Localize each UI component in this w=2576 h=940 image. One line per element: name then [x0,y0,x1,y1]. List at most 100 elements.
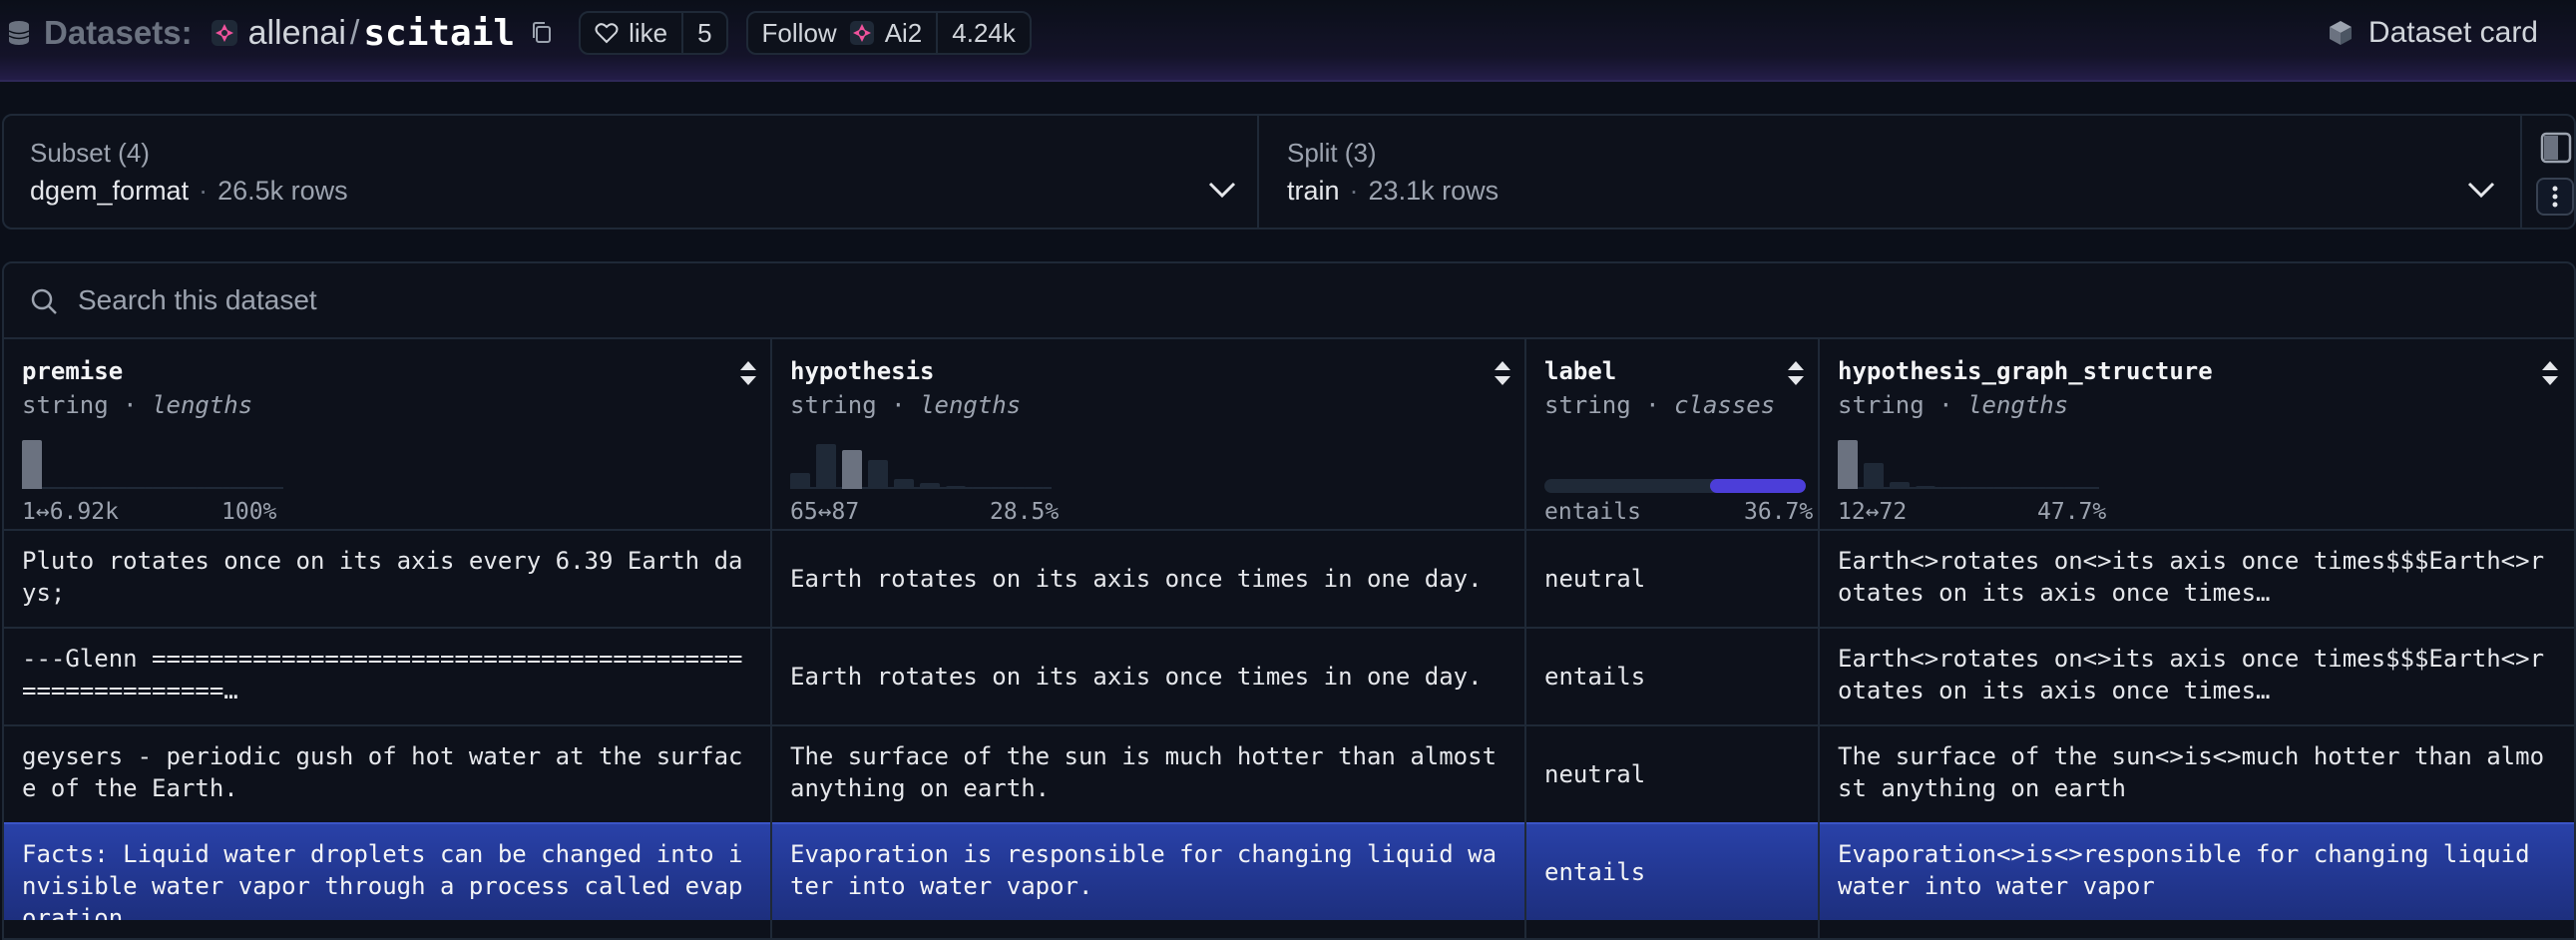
chevron-down-icon[interactable] [2466,180,2496,200]
cell-hypothesis[interactable]: Earth rotates on its axis once times in … [772,629,1526,724]
column-header-hypothesis[interactable]: hypothesis string · lengths 65↔87 28.5% [772,339,1526,529]
search-input[interactable] [78,277,1275,323]
cell-text: neutral [1544,760,1646,788]
cell-graph[interactable]: Evaporation<>is<>responsible for changin… [1820,824,2574,920]
more-options-button[interactable] [2536,178,2574,216]
heart-icon [595,23,619,44]
histogram-bar[interactable] [1941,487,1961,489]
dataset-card-tab[interactable]: Dataset card [2329,0,2538,66]
histogram-bar[interactable] [22,440,42,489]
cell-text: Evaporation is responsible for changing … [790,840,1498,900]
column-stat-kind: lengths [152,391,253,419]
table-row[interactable]: ---Glenn ===============================… [4,627,2574,724]
histogram-bar[interactable] [204,487,223,489]
histogram-bar[interactable] [1024,487,1044,489]
sort-icon[interactable] [2540,359,2560,387]
column-header-hypothesis-graph-structure[interactable]: hypothesis_graph_structure string · lengt… [1820,339,2574,529]
histogram-bar[interactable] [868,460,888,489]
class-distribution-bar[interactable] [1544,479,1806,493]
column-name: hypothesis [790,357,935,385]
cell-premise[interactable]: Pluto rotates once on its axis every 6.3… [4,531,772,627]
cell-graph[interactable]: The surface of the sun<>is<>much hotter … [1820,726,2574,822]
cell-hypothesis[interactable]: Earth rotates on its axis once times in … [772,531,1526,627]
histogram-bar[interactable] [1890,482,1910,489]
histogram-bar[interactable] [2019,487,2039,489]
sort-icon[interactable] [1493,359,1512,387]
cell-text: Evaporation<>is<>responsible for changin… [1838,840,2530,900]
length-histogram[interactable] [1838,431,2099,489]
cell-premise[interactable]: geysers - periodic gush of hot water at … [4,726,772,822]
column-header-premise[interactable]: premise string · lengths 1↔6.92k 100% [4,339,772,529]
histogram-bar[interactable] [178,487,198,489]
cell-hypothesis[interactable]: The surface of the sun is much hotter th… [772,726,1526,822]
cell-premise[interactable]: ---Glenn ===============================… [4,629,772,724]
table-row[interactable]: Pluto rotates once on its axis every 6.3… [4,529,2574,627]
org-name-link[interactable]: allenai [248,14,346,53]
histogram-bar[interactable] [1864,463,1884,489]
cell-graph[interactable]: Earth<>rotates on<>its axis once times$$… [1820,629,2574,724]
cell-label[interactable]: neutral [1526,531,1820,627]
datasets-label[interactable]: Datasets: [44,14,193,52]
histogram-bar[interactable] [1993,487,2013,489]
cell-premise[interactable]: Facts: Liquid water droplets can be chan… [4,824,772,920]
histogram-bar[interactable] [152,487,172,489]
column-type-sep: · [1630,391,1675,419]
histogram-bar[interactable] [229,487,249,489]
sidebar-toggle-icon[interactable] [2540,132,2572,164]
search-icon [31,288,57,314]
like-count[interactable]: 5 [681,13,725,53]
histogram-bar[interactable] [1916,486,1935,489]
split-title: Split (3) [1287,138,1377,168]
table-row[interactable]: geysers - periodic gush of hot water at … [4,724,2574,822]
histogram-bar[interactable] [816,444,836,489]
column-type-sep: · [876,391,921,419]
subset-select[interactable]: Subset (4) dgem_format · 26.5k rows [4,116,1259,228]
follow-toggle[interactable]: Follow Ai2 [748,13,937,53]
follower-count[interactable]: 4.24k [936,13,1030,53]
table-row[interactable]: Facts: Liquid water droplets can be chan… [4,822,2574,920]
cell-label[interactable]: entails [1526,824,1820,920]
column-header-label[interactable]: label string · classes entails 36.7% [1526,339,1820,529]
histogram-bar[interactable] [946,486,966,489]
repo-name-link[interactable]: scitail [363,13,515,54]
histogram-bar[interactable] [2045,487,2065,489]
histogram-bar[interactable] [1838,440,1858,489]
histogram-bar[interactable] [100,487,120,489]
subset-value: dgem_format · 26.5k rows [30,176,348,207]
column-type: string · lengths [790,391,1021,419]
like-toggle[interactable]: like [581,13,681,53]
cell-label[interactable]: neutral [1526,726,1820,822]
sort-icon[interactable] [738,359,758,387]
column-divider [1818,339,1820,938]
like-button[interactable]: like 5 [579,11,728,55]
cell-graph[interactable]: Earth<>rotates on<>its axis once times$$… [1820,531,2574,627]
histogram-bar[interactable] [126,487,146,489]
split-select[interactable]: Split (3) train · 23.1k rows [1261,116,2522,228]
cell-text: Earth rotates on its axis once times in … [790,565,1483,593]
histogram-bar[interactable] [920,483,940,489]
histogram-bar[interactable] [74,487,94,489]
histogram-bar[interactable] [1967,487,1987,489]
length-histogram[interactable] [22,431,283,489]
subset-split-bar: Subset (4) dgem_format · 26.5k rows Split … [2,114,2576,230]
length-histogram[interactable] [790,431,1052,489]
histogram-bar[interactable] [842,450,862,489]
subset-rows: 26.5k rows [217,176,348,206]
stat-range: 12↔72 [1838,499,1908,525]
copy-icon[interactable] [531,21,553,45]
histogram-bar[interactable] [894,479,914,489]
column-name: hypothesis_graph_structure [1838,357,2213,385]
chevron-down-icon[interactable] [1207,180,1237,200]
stat-range: 1↔6.92k [22,499,119,525]
histogram-bar[interactable] [998,487,1018,489]
cell-label[interactable]: entails [1526,629,1820,724]
histogram-bar[interactable] [48,487,68,489]
sort-icon[interactable] [1786,359,1806,387]
class-bar-fill-entails[interactable] [1709,479,1806,493]
follow-button[interactable]: Follow Ai2 4.24k [745,11,1032,55]
cell-text: neutral [1544,565,1646,593]
column-divider [1524,339,1526,938]
cell-hypothesis[interactable]: Evaporation is responsible for changing … [772,824,1526,920]
histogram-bar[interactable] [790,473,810,489]
histogram-bar[interactable] [972,487,992,489]
